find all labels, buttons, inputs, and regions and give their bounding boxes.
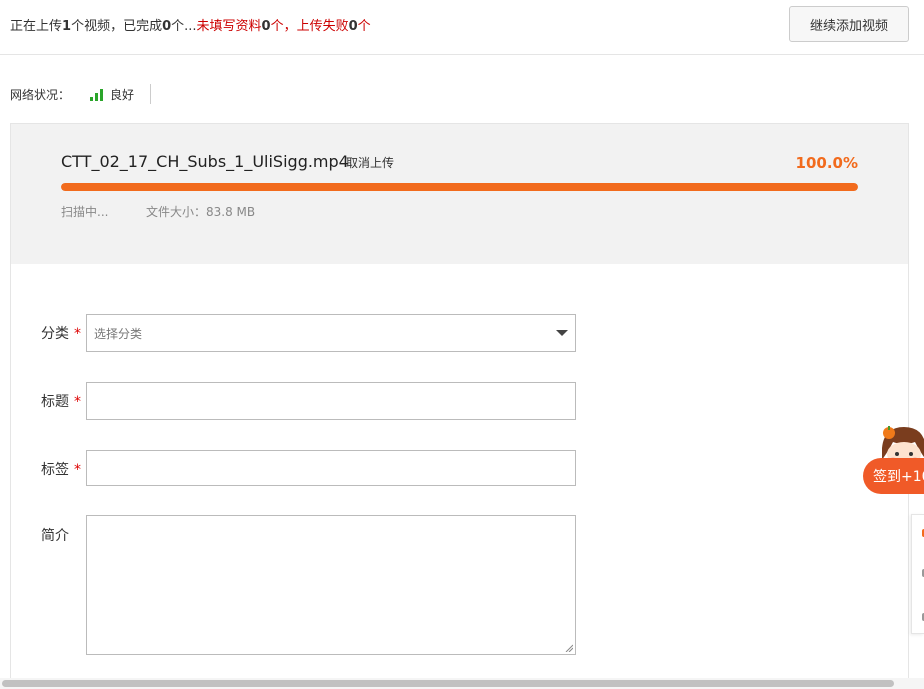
scan-status: 扫描中...	[61, 205, 109, 219]
tags-input[interactable]	[86, 450, 576, 486]
upload-status-text: 正在上传1个视频，已完成0个...未填写资料0个，上传失败0个	[10, 15, 371, 34]
title-label-text: 标题	[41, 394, 69, 410]
required-mark: *	[74, 462, 81, 478]
upload-card: CTT_02_17_CH_Subs_1_UliSigg.mp4 取消上传 100…	[10, 123, 909, 683]
horizontal-scrollbar[interactable]	[0, 678, 924, 689]
status-mid2: 个...	[171, 19, 197, 34]
category-placeholder: 选择分类	[94, 326, 143, 341]
progress-percent: 100.0%	[795, 154, 858, 172]
progress-bar	[61, 183, 858, 191]
title-label: 标题 *	[41, 391, 81, 411]
done-count: 0	[162, 19, 172, 34]
intro-textarea[interactable]	[86, 515, 576, 655]
status-mid1: 个视频，已完成	[71, 19, 163, 34]
title-input[interactable]	[86, 382, 576, 420]
network-label: 网络状况：	[10, 88, 71, 102]
category-label-text: 分类	[41, 326, 69, 342]
status-prefix: 正在上传	[10, 19, 63, 34]
file-name: CTT_02_17_CH_Subs_1_UliSigg.mp4	[61, 152, 349, 171]
signal-bars-icon	[90, 88, 104, 101]
signin-reward-button[interactable]: 签到+10	[863, 458, 924, 494]
upload-status-bar: 正在上传1个视频，已完成0个...未填写资料0个，上传失败0个 继续添加视频	[0, 0, 924, 55]
failed-count: 0	[348, 19, 358, 34]
divider	[150, 84, 151, 104]
resize-handle-icon[interactable]	[565, 644, 573, 652]
intro-label: 简介	[41, 528, 69, 544]
add-video-button[interactable]: 继续添加视频	[789, 6, 909, 42]
chevron-down-icon	[556, 330, 568, 336]
network-status: 网络状况： 良好	[10, 86, 134, 103]
category-select[interactable]: 选择分类	[86, 314, 576, 352]
category-label: 分类 *	[41, 323, 81, 343]
uploading-count: 1	[62, 19, 72, 34]
cancel-upload-link[interactable]: 取消上传	[346, 154, 394, 171]
file-size-label: 文件大小：	[146, 205, 207, 219]
upload-progress-panel: CTT_02_17_CH_Subs_1_UliSigg.mp4 取消上传 100…	[11, 124, 908, 264]
scrollbar-thumb[interactable]	[2, 680, 894, 687]
network-value: 良好	[110, 88, 135, 102]
tags-label-text: 标签	[41, 462, 69, 478]
side-panel-tab[interactable]	[911, 514, 924, 634]
required-mark: *	[74, 394, 81, 410]
unfilled-count: 0	[261, 19, 271, 34]
file-size: 文件大小：83.8 MB	[146, 203, 255, 220]
status-suffix: 个	[357, 19, 371, 34]
tags-label: 标签 *	[41, 459, 81, 479]
status-mid3: 个，上传失败	[270, 19, 349, 34]
progress-fill	[61, 183, 858, 191]
file-size-value: 83.8 MB	[206, 205, 256, 219]
unfilled-label: 未填写资料	[196, 19, 262, 34]
required-mark: *	[74, 326, 81, 342]
